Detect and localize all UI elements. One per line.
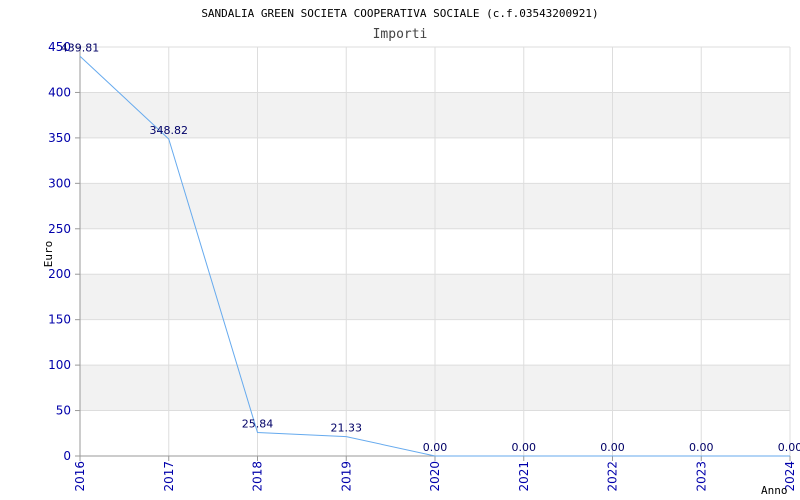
y-tick-label: 200 (48, 267, 71, 281)
line-chart: 050100150200250300350400450 2016 2017 2018… (42, 7, 800, 497)
chart-subtitle: Importi (373, 27, 428, 42)
y-tick-label: 350 (48, 131, 71, 145)
data-label: 348.82 (150, 124, 189, 137)
data-label: 0.00 (689, 441, 714, 454)
x-tick-label: 2020 (428, 461, 442, 492)
x-tick-label: 2017 (162, 461, 176, 492)
data-label: 21.33 (331, 422, 363, 435)
y-tick-label: 150 (48, 313, 71, 327)
data-label: 0.00 (600, 441, 625, 454)
y-tick-label: 0 (63, 449, 71, 463)
x-tick-label: 2019 (339, 461, 353, 492)
data-label: 0.00 (512, 441, 537, 454)
y-tick-label: 300 (48, 176, 71, 190)
x-tick-label: 2022 (606, 461, 620, 492)
data-label: 439.81 (61, 41, 100, 54)
y-tick-label: 50 (56, 404, 71, 418)
x-tick-label: 2021 (517, 461, 531, 492)
y-tick-label: 400 (48, 85, 71, 99)
x-axis-label: Anno (761, 484, 788, 497)
x-tick-label: 2018 (251, 461, 265, 492)
x-tick-labels: 2016 2017 2018 2019 2020 2021 2022 2023 2024 (73, 461, 797, 492)
y-axis-label: Euro (42, 241, 55, 268)
x-tick-label: 2023 (694, 461, 708, 492)
x-tick-label: 2016 (73, 461, 87, 492)
data-label: 25.84 (242, 418, 274, 431)
data-label: 0.00 (423, 441, 448, 454)
y-tick-label: 250 (48, 222, 71, 236)
data-label: 0.00 (778, 441, 800, 454)
y-tick-label: 100 (48, 358, 71, 372)
chart-title: SANDALIA GREEN SOCIETA COOPERATIVA SOCIA… (201, 7, 598, 20)
